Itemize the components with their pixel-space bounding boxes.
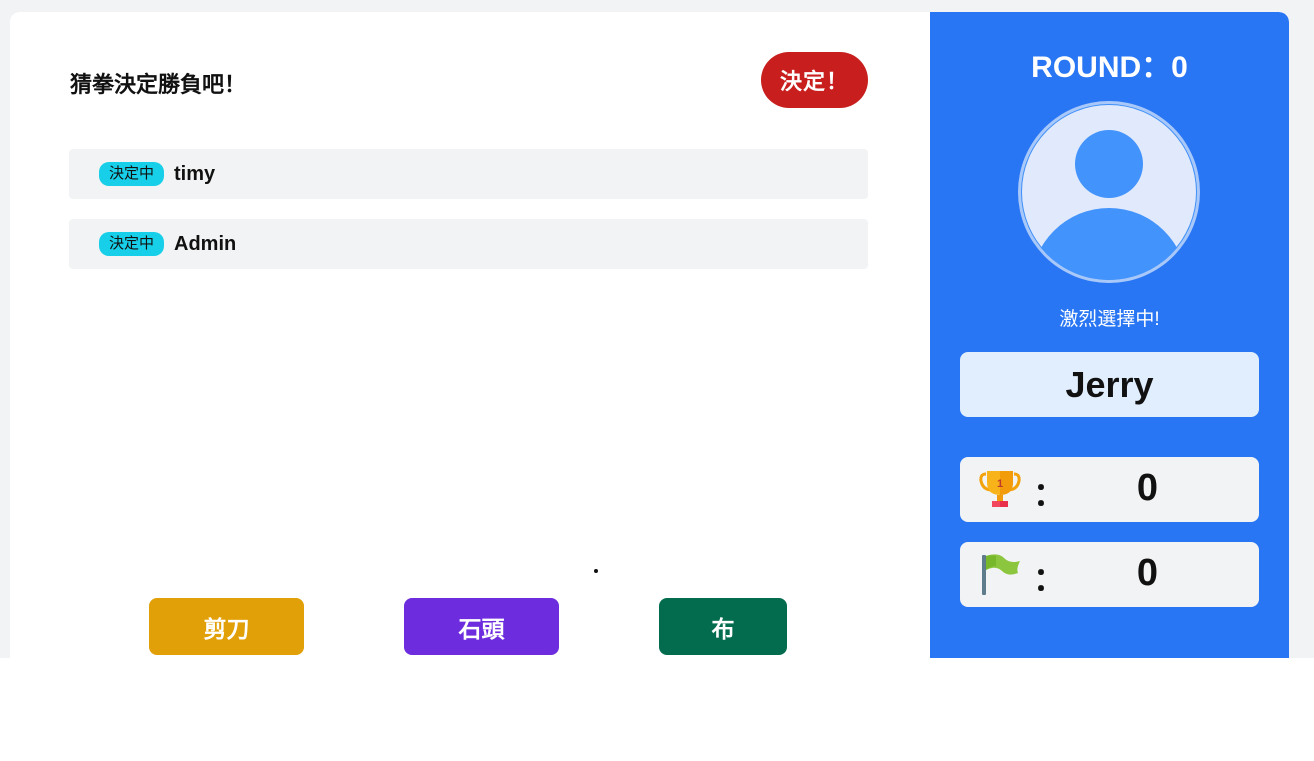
player-row: 決定中 timy: [69, 149, 868, 199]
decide-button[interactable]: 決定！: [761, 52, 868, 108]
player-name: timy: [174, 162, 216, 185]
page-title: 猜拳決定勝負吧！: [70, 67, 246, 99]
avatar: [1017, 100, 1201, 284]
trophy-icon: 1: [979, 471, 1021, 507]
wins-colon: ：: [1033, 476, 1066, 512]
wins-count: 0: [1136, 467, 1159, 509]
status-badge: 決定中: [99, 162, 165, 186]
title-mark: ！: [224, 72, 247, 97]
flag-icon: [982, 554, 1020, 595]
game-main-panel: 猜拳決定勝負吧！ 決定！ 決定中 timy 決定中 Admin 剪刀 石頭 布: [10, 12, 930, 658]
wins-stat: 1 ： 0: [960, 457, 1259, 522]
player-name: Admin: [174, 232, 237, 255]
player-sidebar: ROUND：0 激烈選擇中! Jerry 1 ： 0 ： 0: [930, 12, 1289, 658]
center-dot: [594, 569, 598, 573]
avatar-icon: [1018, 101, 1200, 283]
flags-count: 0: [1136, 552, 1159, 594]
status-badge: 決定中: [99, 232, 165, 256]
player-row: 決定中 Admin: [69, 219, 868, 269]
svg-text:1: 1: [997, 478, 1003, 490]
selection-status: 激烈選擇中!: [1059, 309, 1160, 330]
paper-button[interactable]: 布: [659, 598, 787, 655]
game-card: 猜拳決定勝負吧！ 決定！ 決定中 timy 決定中 Admin 剪刀 石頭 布 …: [10, 12, 1289, 658]
round-counter: ROUND：0: [1031, 51, 1188, 84]
title-text: 猜拳決定勝負吧: [70, 72, 225, 97]
current-player-name: Jerry: [960, 352, 1259, 417]
scissors-button[interactable]: 剪刀: [149, 598, 304, 655]
flags-colon: ：: [1033, 561, 1066, 597]
rock-button[interactable]: 石頭: [404, 598, 559, 655]
flags-stat: ： 0: [960, 542, 1259, 607]
